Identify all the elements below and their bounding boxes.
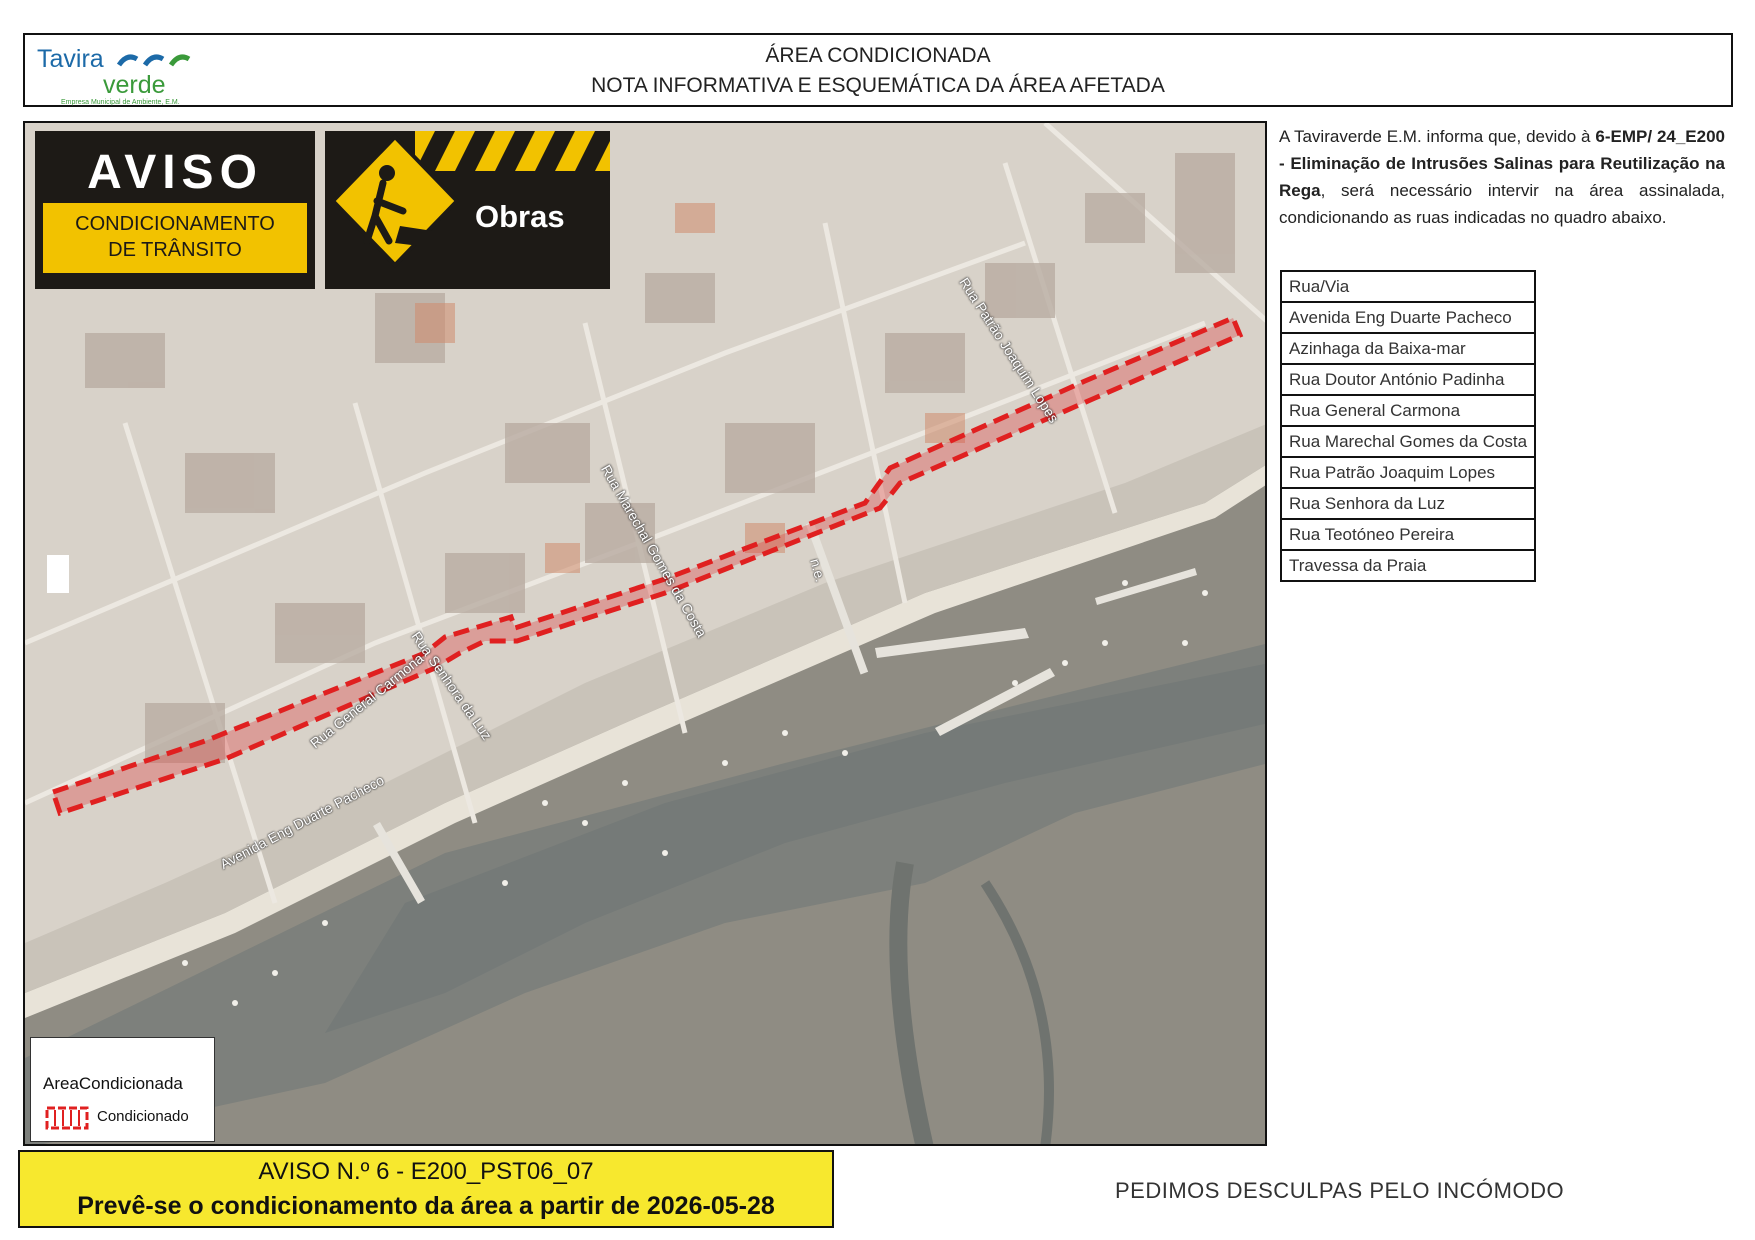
table-cell: Travessa da Praia: [1279, 549, 1537, 582]
legend-title: AreaCondicionada: [43, 1074, 183, 1093]
table-cell: Rua Doutor António Padinha: [1279, 363, 1537, 396]
legend-hatch-swatch-icon: [45, 1106, 89, 1130]
page-title: ÁREA CONDICIONADA: [765, 44, 991, 67]
info-text-end: , será necessário intervir na área assin…: [1279, 181, 1725, 227]
table-row: Azinhaga da Baixa-mar: [1279, 332, 1537, 365]
table-row: Rua Marechal Gomes da Costa: [1279, 425, 1537, 458]
apology-text: PEDIMOS DESCULPAS PELO INCÓMODO: [1115, 1178, 1565, 1203]
affected-streets-table: Rua/Via Avenida Eng Duarte Pacheco Azinh…: [1279, 270, 1537, 582]
notice-footer-box: AVISO N.º 6 - E200_PST06_07 Prevê-se o c…: [18, 1150, 834, 1228]
table-row: Rua Teotóneo Pereira: [1279, 518, 1537, 551]
legend-item-label: Condicionado: [97, 1108, 189, 1125]
aviso-yellow-panel: CONDICIONAMENTO DE TRÂNSITO: [43, 203, 307, 273]
table-row: Rua Patrão Joaquim Lopes: [1279, 456, 1537, 489]
logo-subtitle: Empresa Municipal de Ambiente, E.M.: [61, 99, 180, 106]
table-cell: Rua Patrão Joaquim Lopes: [1279, 456, 1537, 489]
obras-label: Obras: [475, 199, 565, 234]
table-cell: Rua Marechal Gomes da Costa: [1279, 425, 1537, 458]
table-row: Rua/Via: [1279, 270, 1537, 303]
notice-number: AVISO N.º 6 - E200_PST06_07: [258, 1158, 594, 1185]
table-cell: Rua Teotóneo Pereira: [1279, 518, 1537, 551]
notice-forecast-date: Prevê-se o condicionamento da área a par…: [77, 1192, 775, 1220]
aviso-line-2: DE TRÂNSITO: [108, 239, 242, 261]
table-cell: Azinhaga da Baixa-mar: [1279, 332, 1537, 365]
table-header-cell: Rua/Via: [1279, 270, 1537, 303]
aviso-title: AVISO: [87, 146, 263, 199]
info-paragraph: A Taviraverde E.M. informa que, devido à…: [1279, 123, 1725, 231]
table-row: Travessa da Praia: [1279, 549, 1537, 582]
table-cell: Avenida Eng Duarte Pacheco: [1279, 301, 1537, 334]
table-row: Rua Senhora da Luz: [1279, 487, 1537, 520]
table-cell: Rua General Carmona: [1279, 394, 1537, 427]
table-row: Avenida Eng Duarte Pacheco: [1279, 301, 1537, 334]
map-panel: AVISO CONDICIONAMENTO DE TRÂNSITO Obras …: [23, 121, 1267, 1146]
info-text-start: A Taviraverde E.M. informa que, devido à: [1279, 127, 1596, 146]
traffic-warning-sign: AVISO CONDICIONAMENTO DE TRÂNSITO: [35, 131, 315, 289]
header-bar: Tavira verde Empresa Municipal de Ambien…: [23, 33, 1733, 107]
page-subtitle: NOTA INFORMATIVA E ESQUEMÁTICA DA ÁREA A…: [591, 74, 1165, 97]
roadworks-sign: Obras: [325, 131, 610, 289]
table-row: Rua Doutor António Padinha: [1279, 363, 1537, 396]
roadworks-worker-icon: [330, 131, 610, 268]
table-cell: Rua Senhora da Luz: [1279, 487, 1537, 520]
table-row: Rua General Carmona: [1279, 394, 1537, 427]
map-legend: AreaCondicionada Condicionado: [30, 1037, 215, 1142]
aviso-line-1: CONDICIONAMENTO: [75, 213, 275, 235]
